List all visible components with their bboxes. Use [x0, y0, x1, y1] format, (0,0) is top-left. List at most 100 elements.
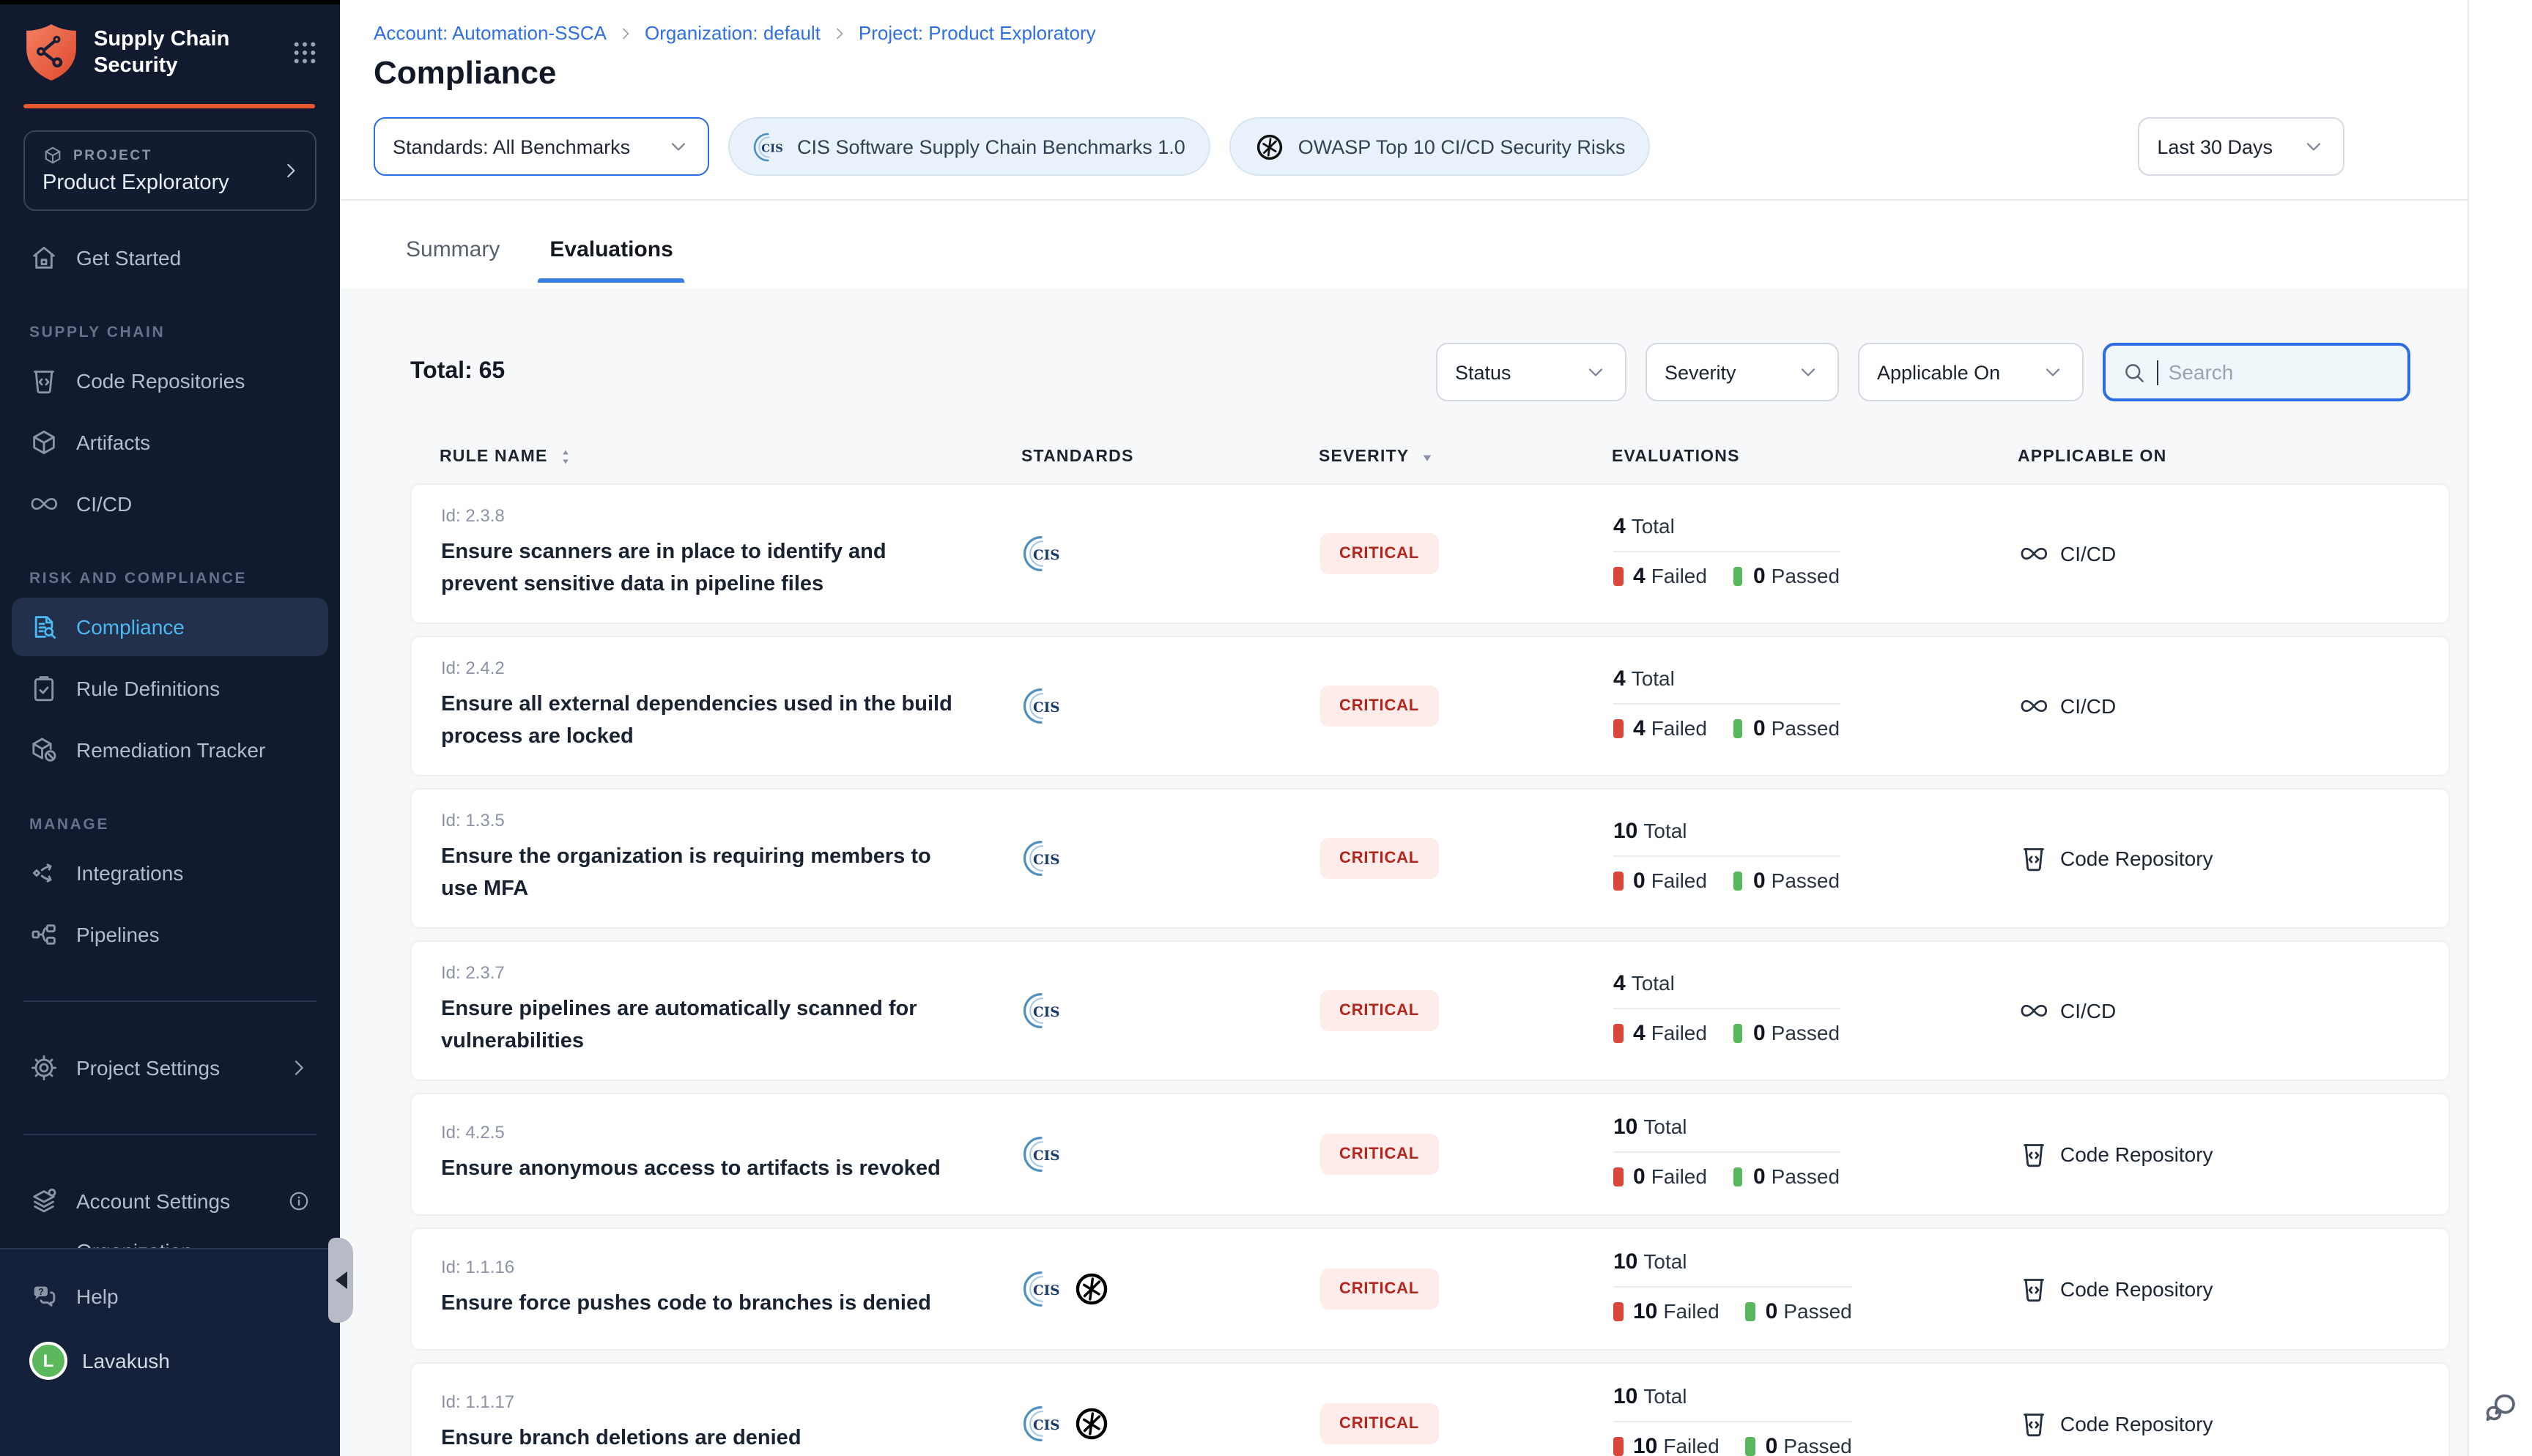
chevron-right-icon — [617, 24, 634, 42]
column-header-label: EVALUATIONS — [1612, 448, 1740, 466]
sidebar-item-code-repositories[interactable]: Code Repositories — [12, 352, 328, 410]
table-row[interactable]: Id: 1.3.5 Ensure the organization is req… — [410, 788, 2450, 929]
sidebar-collapse-handle[interactable] — [328, 1238, 353, 1323]
eval-passed-count: 0 — [1766, 1434, 1778, 1456]
eval-total-label: Total — [1632, 666, 1675, 690]
sidebar-item-artifacts[interactable]: Artifacts — [12, 413, 328, 472]
eval-failed-label: Failed — [1663, 1300, 1719, 1323]
rule-id: Id: 2.3.8 — [441, 505, 1023, 526]
table-row[interactable]: Id: 1.1.16 Ensure force pushes code to b… — [410, 1227, 2450, 1351]
sidebar-item-label: Integrations — [76, 861, 183, 885]
table-row[interactable]: Id: 2.3.7 Ensure pipelines are automatic… — [410, 940, 2450, 1081]
eval-total-label: Total — [1643, 819, 1687, 842]
sidebar-section-heading: MANAGE — [29, 816, 311, 833]
project-cube-icon — [42, 145, 63, 166]
eval-failed-count: 4 — [1633, 1021, 1646, 1046]
support-chat-icon[interactable] — [2481, 1389, 2520, 1427]
breadcrumb-link[interactable]: Organization: default — [645, 22, 821, 44]
failed-indicator — [1613, 567, 1623, 586]
rule-id: Id: 2.4.2 — [441, 658, 1023, 678]
table-row[interactable]: Id: 2.3.8 Ensure scanners are in place t… — [410, 483, 2450, 624]
evaluations-cell: 10Total 10Failed 0Passed — [1613, 1384, 2019, 1456]
severity-cell: CRITICAL — [1320, 1134, 1613, 1175]
date-range-dropdown[interactable]: Last 30 Days — [2138, 117, 2344, 176]
project-label: PROJECT — [73, 147, 152, 163]
filter-dropdown-status[interactable]: Status — [1436, 343, 1626, 401]
rule-id: Id: 4.2.5 — [441, 1122, 1023, 1143]
code-repo-icon — [2019, 844, 2048, 873]
eval-passed-label: Passed — [1772, 717, 1840, 740]
cis-icon: CIS — [1023, 1270, 1061, 1308]
apps-grid-icon[interactable] — [290, 38, 319, 67]
sidebar-item-ci-cd[interactable]: CI/CD — [12, 475, 328, 533]
eval-failed-label: Failed — [1651, 1022, 1707, 1045]
search-box[interactable] — [2103, 343, 2410, 401]
owasp-icon — [1073, 1405, 1111, 1443]
eval-failed-label: Failed — [1663, 1435, 1719, 1456]
eval-failed-label: Failed — [1651, 717, 1707, 740]
sidebar-item-get-started[interactable]: Get Started — [12, 229, 328, 287]
eval-total-label: Total — [1643, 1249, 1687, 1273]
home-icon — [29, 243, 59, 272]
sidebar-item-remediation-tracker[interactable]: Remediation Tracker — [12, 721, 328, 779]
project-selector[interactable]: PROJECT Product Exploratory — [23, 130, 316, 211]
filter-dropdown-severity[interactable]: Severity — [1646, 343, 1839, 401]
sidebar-item-pipelines[interactable]: Pipelines — [12, 905, 328, 964]
search-input[interactable] — [2169, 360, 2391, 384]
applicable-on-label: CI/CD — [2060, 542, 2116, 565]
right-utility-strip — [2468, 0, 2532, 1456]
column-header-evaluations[interactable]: EVALUATIONS — [1612, 448, 2018, 466]
standards-dropdown-label: Standards: All Benchmarks — [393, 135, 630, 157]
table-row[interactable]: Id: 4.2.5 Ensure anonymous access to art… — [410, 1093, 2450, 1216]
column-header-applicable-on[interactable]: APPLICABLE ON — [2018, 448, 2450, 466]
user-menu[interactable]: L Lavakush — [12, 1329, 328, 1393]
applicable-on-cell: Code Repository — [2019, 1409, 2451, 1438]
sidebar-item-account-settings[interactable]: Account Settings — [12, 1172, 328, 1230]
tab-evaluations[interactable]: Evaluations — [547, 237, 675, 283]
column-header-rule-name[interactable]: RULE NAME — [410, 447, 1021, 467]
shield-logo-icon — [23, 22, 79, 83]
severity-cell: CRITICAL — [1320, 990, 1613, 1031]
brand-divider — [23, 104, 315, 108]
standards-dropdown[interactable]: Standards: All Benchmarks — [374, 117, 709, 176]
tab-summary[interactable]: Summary — [403, 237, 503, 283]
sidebar-divider — [23, 1134, 316, 1135]
sidebar-secondary: Project Settings — [0, 1039, 340, 1097]
rule-cell: Id: 2.4.2 Ensure all external dependenci… — [412, 658, 1023, 754]
cis-icon: CIS — [1023, 687, 1061, 725]
box-wrench-icon — [29, 735, 59, 765]
breadcrumb-link[interactable]: Project: Product Exploratory — [859, 22, 1096, 44]
chevron-down-icon — [2041, 360, 2065, 384]
standard-chip-cis[interactable]: CIS CIS Software Supply Chain Benchmarks… — [728, 117, 1210, 176]
eval-passed-label: Passed — [1783, 1300, 1851, 1323]
eval-failed: 10Failed — [1613, 1299, 1720, 1324]
table-row[interactable]: Id: 1.1.17 Ensure branch deletions are d… — [410, 1362, 2450, 1456]
sidebar-item-label: Rule Definitions — [76, 677, 220, 700]
breadcrumb-link[interactable]: Account: Automation-SSCA — [374, 22, 607, 44]
filter-dropdown-applicable-on[interactable]: Applicable On — [1858, 343, 2084, 401]
table-header: RULE NAME STANDARDS SEVERITY EVALUATIONS… — [410, 447, 2450, 467]
eval-passed-count: 0 — [1766, 1299, 1778, 1324]
rule-cell: Id: 2.3.8 Ensure scanners are in place t… — [412, 505, 1023, 602]
applicable-on-cell: CI/CD — [2019, 691, 2451, 721]
column-header-standards[interactable]: STANDARDS — [1021, 448, 1319, 466]
table-row[interactable]: Id: 2.4.2 Ensure all external dependenci… — [410, 636, 2450, 776]
failed-indicator — [1613, 872, 1623, 891]
eval-total-count: 4 — [1613, 666, 1626, 691]
sidebar-item-compliance[interactable]: Compliance — [12, 598, 328, 656]
sidebar-item-help[interactable]: ? Help — [12, 1267, 328, 1326]
sidebar-item-project-settings[interactable]: Project Settings — [12, 1039, 328, 1097]
applicable-on-label: Code Repository — [2060, 1143, 2213, 1166]
chat-help-icon: ? — [29, 1282, 59, 1311]
eval-failed: 4Failed — [1613, 1021, 1707, 1046]
sidebar-item-rule-definitions[interactable]: Rule Definitions — [12, 659, 328, 718]
cis-icon: CIS — [753, 131, 784, 162]
standard-chip-owasp[interactable]: OWASP Top 10 CI/CD Security Risks — [1229, 117, 1651, 176]
failed-indicator — [1613, 719, 1623, 738]
eval-passed-count: 0 — [1753, 1021, 1766, 1046]
passed-indicator — [1733, 719, 1743, 738]
applicable-on-label: Code Repository — [2060, 1277, 2213, 1301]
sidebar-item-integrations[interactable]: Integrations — [12, 844, 328, 902]
passed-indicator — [1733, 1167, 1743, 1186]
column-header-severity[interactable]: SEVERITY — [1319, 447, 1612, 467]
